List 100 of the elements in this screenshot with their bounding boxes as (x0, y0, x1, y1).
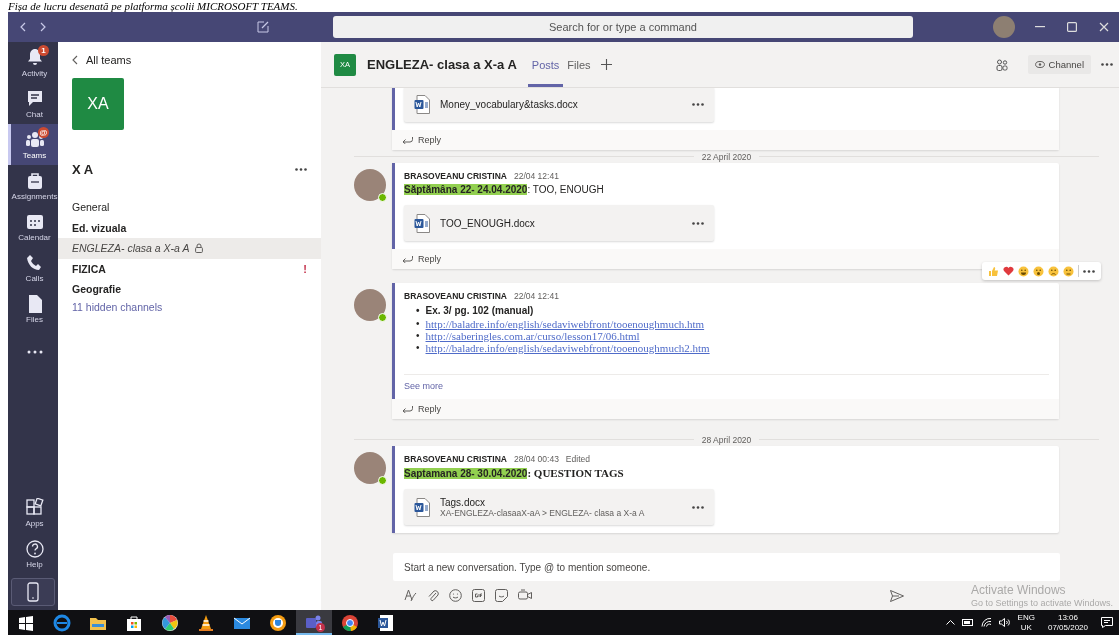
channel-item[interactable]: Geografie (58, 279, 321, 300)
see-more-link[interactable]: See more (404, 377, 444, 391)
message-text: Saptamana 28- 30.04.2020: QUESTION TAGS (404, 467, 625, 479)
people-icon[interactable] (995, 58, 1008, 71)
sticker-icon[interactable] (495, 589, 508, 602)
language-indicator[interactable]: ENG UK (1017, 612, 1035, 633)
close-icon[interactable] (1099, 22, 1109, 32)
message-input[interactable]: Start a new conversation. Type @ to mention someone. (393, 553, 1060, 581)
format-icon[interactable] (404, 589, 417, 602)
wifi-icon[interactable] (980, 618, 992, 627)
channel-item[interactable]: ENGLEZA- clasa a X-a A (58, 238, 321, 259)
activation-notice-title: Activate Windows (970, 583, 1067, 597)
heart-icon[interactable] (1003, 266, 1014, 276)
reply-button[interactable]: Reply (392, 130, 1059, 150)
reply-arrow-icon (402, 255, 413, 263)
more-icon (26, 350, 43, 354)
minimize-icon[interactable] (1035, 26, 1045, 28)
avatar-photo (354, 452, 386, 484)
rail-item[interactable]: Help (8, 533, 58, 574)
emoji-icon[interactable] (449, 589, 462, 602)
more-options-icon[interactable] (692, 505, 704, 509)
compose-icon[interactable] (257, 21, 269, 33)
rail-item[interactable]: Activity 1 (8, 42, 58, 83)
reply-arrow-icon (402, 405, 413, 413)
file-name: Tags.docx (440, 496, 487, 508)
web-link[interactable]: http://baladre.info/english/sedaviwebfront/tooenoughmuch2.htm (425, 342, 710, 354)
activation-notice-text: Go to Settings to activate Windows. (970, 598, 1113, 608)
channel-item[interactable]: FIZICA ! (58, 258, 321, 279)
reply-arrow-icon (402, 136, 413, 144)
file-name: TOO_ENOUGH.docx (440, 217, 536, 229)
author-name: BRASOVEANU CRISTINA (404, 454, 507, 464)
sad-face-icon[interactable] (1048, 265, 1059, 277)
caption-text: Fișa de lucru desenată pe platforma școlii MICROSOFT TEAMS. (8, 0, 299, 12)
file-path: XA-ENGLEZA-clasaaX-aA > ENGLEZA- clasa a X-a A (440, 507, 646, 518)
reply-button[interactable]: Reply (392, 399, 1059, 419)
laughing-face-icon[interactable] (1018, 265, 1029, 277)
battery-icon[interactable] (961, 619, 974, 626)
angry-face-icon[interactable] (1063, 265, 1074, 277)
channel-item[interactable]: Ed. vizuala (58, 217, 321, 238)
web-link[interactable]: http://baladre.info/english/sedaviwebfront/tooenoughmuch.htm (425, 318, 705, 330)
search-field[interactable]: Search for or type a command (333, 16, 913, 38)
start-icon (17, 613, 35, 632)
channel-title: ENGLEZA- clasa a X-a A (367, 57, 517, 72)
author-name: BRASOVEANU CRISTINA (404, 291, 507, 301)
important-mark: ! (303, 262, 307, 275)
speaker-icon[interactable] (998, 618, 1011, 627)
channel-item[interactable]: General (58, 197, 321, 218)
all-teams-link[interactable]: All teams (72, 54, 132, 66)
notification-badge: @ (38, 127, 49, 138)
notifications-icon[interactable] (1101, 617, 1113, 628)
more-options-icon[interactable] (295, 168, 307, 171)
file-attachment[interactable]: Money_vocabulary&tasks.docx (404, 88, 714, 122)
traffic-cone-icon (197, 613, 215, 632)
tab[interactable]: Files (563, 42, 595, 87)
rail-item[interactable]: Chat (8, 83, 58, 124)
file-attachment[interactable]: Tags.docx XA-ENGLEZA-clasaaX-aA > ENGLEZA- clasa a X-a A (404, 489, 714, 525)
reply-button[interactable]: Reply (392, 249, 1059, 269)
help-icon (24, 538, 45, 559)
eye-icon (1034, 61, 1045, 68)
date-separator: 28 April 2020 (701, 434, 752, 445)
mobile-button[interactable] (11, 578, 55, 606)
more-options-icon[interactable] (692, 221, 704, 225)
web-link[interactable]: http://saberingles.com.ar/curso/lesson17/06.html (425, 330, 640, 342)
maximize-icon[interactable] (1067, 22, 1077, 32)
thumbs-up-icon[interactable] (988, 265, 999, 277)
rail-item[interactable]: Teams @ (8, 124, 58, 165)
bullet: • (416, 330, 420, 342)
rail-item[interactable]: Calendar (8, 206, 58, 247)
gif-icon[interactable] (472, 589, 485, 602)
file-attachment[interactable]: TOO_ENOUGH.docx (404, 205, 714, 241)
rail-item[interactable]: Files (8, 288, 58, 329)
pinwheel-icon (161, 613, 179, 632)
send-icon[interactable] (890, 589, 904, 602)
rail-item[interactable]: Assignments (8, 165, 58, 206)
online-status-icon (378, 476, 387, 485)
word-document-icon (414, 94, 430, 114)
more-options-icon[interactable] (692, 102, 704, 106)
surprised-face-icon[interactable] (1033, 265, 1044, 277)
apps-icon (24, 497, 45, 518)
more-options-icon[interactable] (1083, 269, 1095, 273)
message-text: Săptămâna 22- 24.04.2020: TOO, ENOUGH (404, 184, 605, 195)
hidden-channels-link[interactable]: 11 hidden channels (72, 300, 163, 313)
notification-badge: 1 (38, 45, 49, 56)
globe-icon (53, 613, 71, 632)
rail-item[interactable]: Apps (8, 492, 58, 533)
shopping-bag-icon (125, 613, 143, 632)
timestamp: 28/04 00:43 (513, 454, 559, 464)
rail-item[interactable]: Calls (8, 247, 58, 288)
clock[interactable]: 13:06 07/05/2020 (1047, 612, 1088, 633)
paperclip-icon[interactable] (427, 589, 439, 602)
online-status-icon (378, 313, 387, 322)
people-icon (24, 129, 45, 150)
document-icon (377, 613, 395, 632)
team-avatar: XA (72, 78, 124, 130)
video-meeting-icon[interactable] (518, 589, 532, 602)
chevron-up-icon[interactable] (945, 620, 955, 625)
plus-icon[interactable] (600, 59, 612, 70)
author-name: BRASOVEANU CRISTINA (404, 171, 507, 181)
channel-info-button[interactable]: Channel (1027, 55, 1091, 74)
more-options-icon[interactable] (1101, 63, 1113, 66)
